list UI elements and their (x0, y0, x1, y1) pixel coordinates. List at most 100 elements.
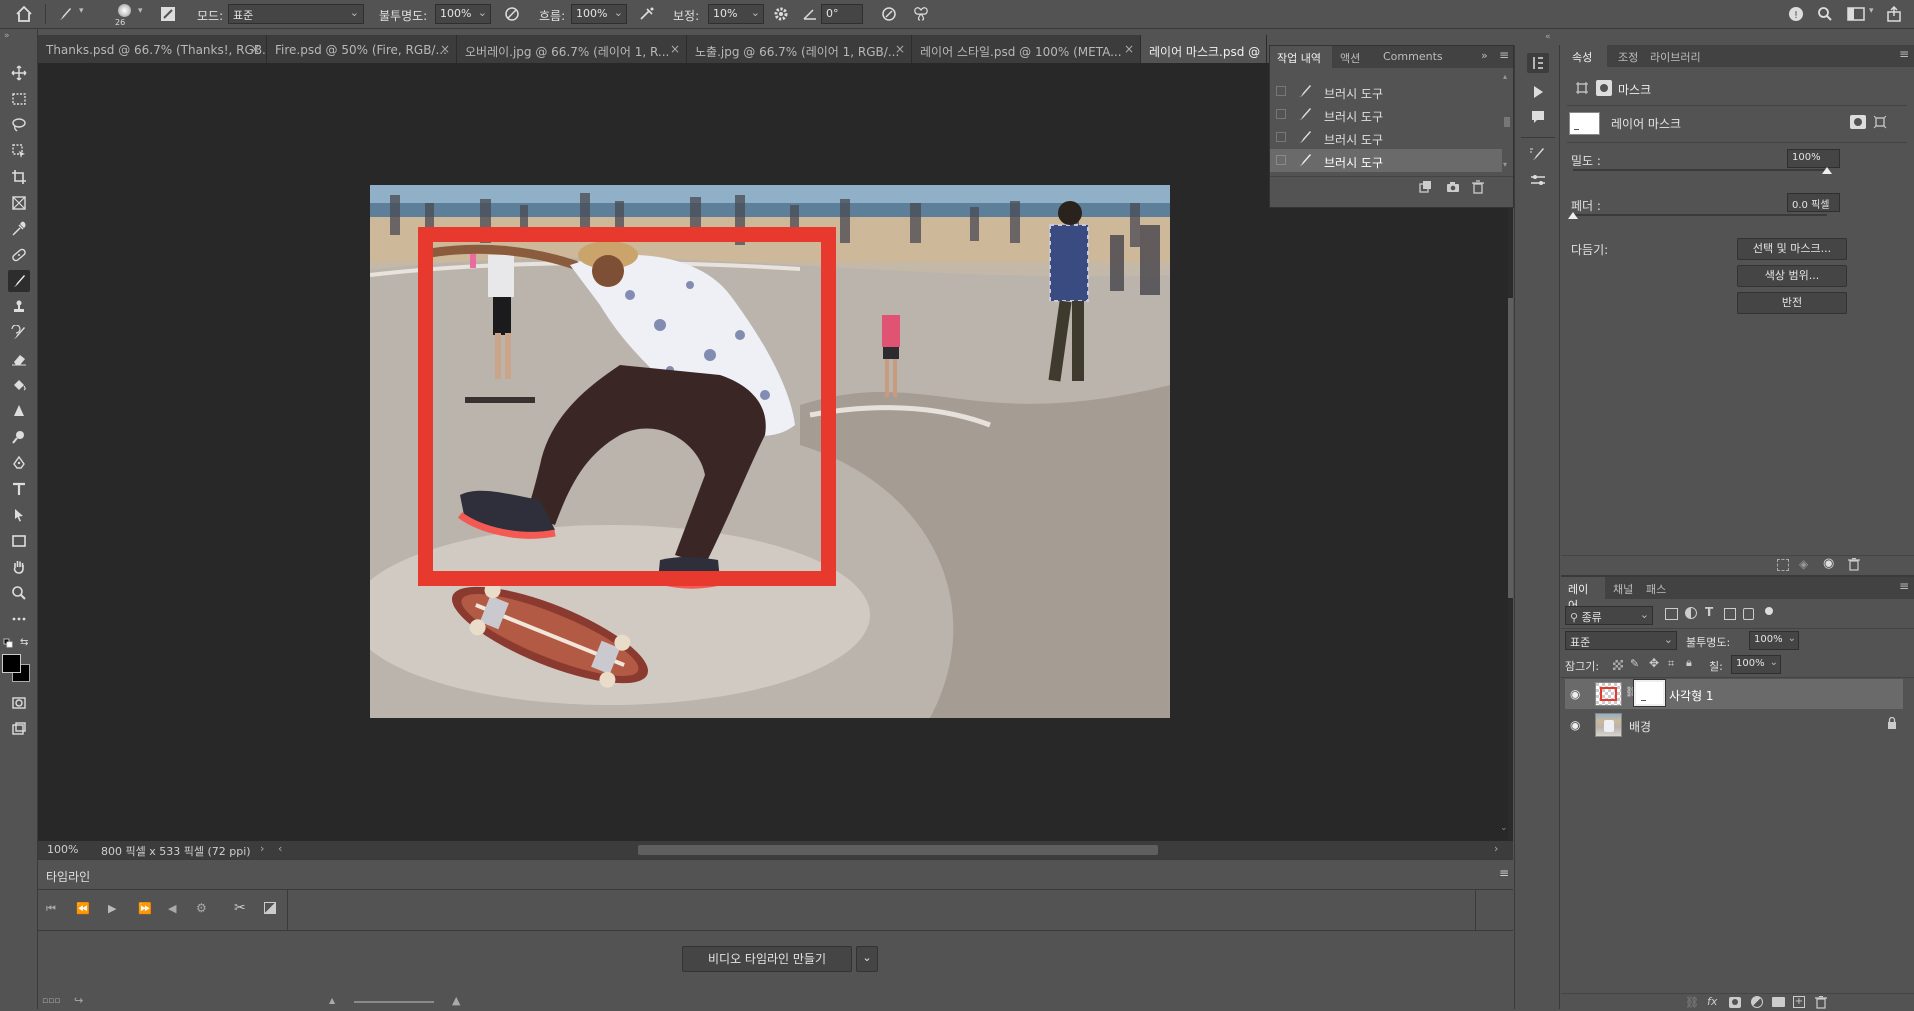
learn-icon[interactable]: ! (1786, 4, 1806, 24)
eye-icon[interactable]: ◉ (1570, 718, 1580, 732)
tab-adjustments[interactable]: 조정 (1618, 49, 1638, 65)
filter-shape-layers-icon[interactable] (1724, 608, 1736, 620)
tab-layers[interactable]: 레이어 (1561, 577, 1605, 612)
layer-filter-select[interactable]: ⚲ 종류 ⌄ (1565, 606, 1653, 625)
feather-input[interactable]: 0.0 픽셀 (1787, 193, 1840, 212)
home-icon[interactable] (14, 4, 34, 24)
first-frame-icon[interactable]: ⏮ (46, 902, 56, 916)
feather-slider-track[interactable] (1568, 212, 1827, 219)
brush-tool-preset-icon[interactable] (55, 4, 75, 24)
eye-icon[interactable]: ◉ (1823, 556, 1834, 571)
density-input[interactable]: 100% (1787, 149, 1840, 168)
layer-row-selected[interactable]: ◉ ⛓ 사각형 1 (1565, 679, 1903, 709)
pressure-size-icon[interactable] (879, 4, 899, 24)
filter-type-layers-icon[interactable]: T (1705, 605, 1713, 619)
history-snapshot-checkbox[interactable] (1276, 155, 1286, 165)
clone-stamp-tool-icon[interactable] (8, 296, 30, 318)
zoom-out-timeline-icon[interactable]: ▲ (329, 996, 335, 1005)
hand-tool-icon[interactable] (8, 556, 30, 578)
zoom-level[interactable]: 100% (47, 843, 78, 856)
object-selection-tool-icon[interactable] (8, 140, 30, 162)
brush-settings-icon[interactable] (1529, 145, 1547, 163)
more-tools-icon[interactable] (8, 608, 30, 630)
collapse-toolbar-icon[interactable]: » (4, 31, 10, 41)
document-tab[interactable]: Thanks.psd @ 66.7% (Thanks!, RGB... × (38, 35, 267, 63)
history-scrollbar[interactable]: ▴ ▾ (1503, 72, 1511, 172)
chevron-down-icon[interactable]: ▾ (1869, 6, 1874, 16)
document-tab[interactable]: 노출.jpg @ 66.7% (레이어 1, RGB/... × (687, 35, 912, 63)
add-vector-mask-icon[interactable] (1873, 115, 1887, 129)
history-snapshot-checkbox[interactable] (1276, 109, 1286, 119)
layer-row[interactable]: ◉ 배경 (1565, 710, 1903, 740)
close-icon[interactable]: × (670, 42, 680, 56)
link-layers-icon[interactable]: ⛓ (1685, 996, 1699, 1009)
history-item[interactable]: 브러시 도구 (1270, 80, 1502, 103)
actions-play-icon[interactable] (1529, 83, 1547, 101)
eye-icon[interactable]: ◉ (1570, 687, 1580, 701)
default-colors-icon[interactable] (3, 638, 15, 648)
screen-mode-icon[interactable] (8, 718, 30, 740)
lock-all-icon[interactable]: 🔒︎ (1686, 656, 1692, 670)
horizontal-scrollbar-thumb[interactable] (638, 845, 1158, 855)
timeline-dropdown-chevron-icon[interactable]: ⌄ (856, 946, 878, 972)
pen-tool-icon[interactable] (8, 452, 30, 474)
vector-mask-icon[interactable] (1575, 81, 1589, 95)
dodge-tool-icon[interactable] (8, 426, 30, 448)
select-and-mask-button[interactable]: 선택 및 마스크... (1737, 238, 1847, 260)
pressure-opacity-icon[interactable] (502, 4, 522, 24)
panel-menu-icon[interactable]: ≡ (1499, 48, 1509, 62)
tab-libraries[interactable]: 라이브러리 (1650, 49, 1701, 65)
history-snapshot-checkbox[interactable] (1276, 86, 1286, 96)
paint-bucket-tool-icon[interactable] (8, 374, 30, 396)
airbrush-icon[interactable] (637, 4, 657, 24)
eraser-tool-icon[interactable] (8, 348, 30, 370)
document-tab[interactable]: 레이어 스타일.psd @ 100% (META... × (912, 35, 1141, 63)
tab-comments[interactable]: Comments (1383, 50, 1443, 63)
tool-presets-icon[interactable] (1529, 171, 1547, 189)
type-tool-icon[interactable] (8, 478, 30, 500)
layer-opacity-input[interactable]: 100% ⌄ (1749, 631, 1799, 650)
vertical-scrollbar-thumb[interactable] (1508, 298, 1513, 598)
tab-actions[interactable]: 액션 (1340, 50, 1360, 66)
brush-size-picker[interactable]: 26 (108, 2, 140, 28)
add-pixel-mask-icon[interactable] (1850, 115, 1866, 129)
close-icon[interactable]: × (440, 42, 450, 56)
swap-colors-icon[interactable]: ⇆ (20, 637, 28, 648)
tab-properties[interactable]: 속성 (1561, 45, 1607, 67)
close-icon[interactable]: × (1124, 42, 1134, 56)
document-tab-active[interactable]: 레이어 마스크.psd @ (1141, 35, 1267, 63)
search-icon[interactable] (1815, 4, 1835, 24)
close-icon[interactable]: × (250, 42, 260, 56)
lock-artboard-icon[interactable]: ⌗ (1668, 657, 1674, 671)
history-panel-icon[interactable] (1527, 53, 1549, 73)
create-video-timeline-button[interactable]: 비디오 타임라인 만들기 (682, 946, 852, 972)
brush-settings-icon[interactable] (158, 4, 178, 24)
previous-frame-icon[interactable]: ⏪ (76, 902, 90, 915)
status-chevron-icon[interactable]: › (260, 842, 264, 855)
eyedropper-tool-icon[interactable] (8, 218, 30, 240)
red-rectangle-shape[interactable] (418, 227, 836, 586)
layer-fill-input[interactable]: 100% ⌄ (1731, 655, 1781, 674)
crop-tool-icon[interactable] (8, 166, 30, 188)
lock-transparent-pixels-icon[interactable] (1613, 660, 1623, 670)
trash-icon[interactable] (1848, 558, 1860, 571)
timeline-zoom-slider[interactable] (354, 1001, 434, 1003)
chevron-down-icon[interactable]: ▾ (138, 6, 143, 16)
new-group-folder-icon[interactable] (1772, 997, 1785, 1007)
feather-slider-thumb[interactable] (1568, 212, 1578, 219)
history-item[interactable]: 브러시 도구 (1270, 103, 1502, 126)
settings-icon[interactable]: ⚙ (196, 901, 207, 915)
close-icon[interactable]: × (895, 42, 905, 56)
tab-history[interactable]: 작업 내역 (1270, 46, 1332, 68)
share-icon[interactable] (1884, 4, 1904, 24)
layer-name[interactable]: 사각형 1 (1669, 687, 1714, 704)
add-mask-icon[interactable] (1729, 997, 1741, 1008)
panel-menu-icon[interactable]: ≡ (1499, 866, 1509, 880)
filter-toggle-icon[interactable] (1765, 607, 1773, 615)
blend-mode-select[interactable]: 표준 ⌄ (1565, 631, 1677, 650)
document-tab[interactable]: Fire.psd @ 50% (Fire, RGB/... × (267, 35, 457, 63)
density-slider-thumb[interactable] (1822, 167, 1832, 174)
trash-icon[interactable] (1815, 996, 1827, 1009)
trash-icon[interactable] (1471, 180, 1487, 196)
audio-icon[interactable]: ◀ (168, 902, 176, 915)
